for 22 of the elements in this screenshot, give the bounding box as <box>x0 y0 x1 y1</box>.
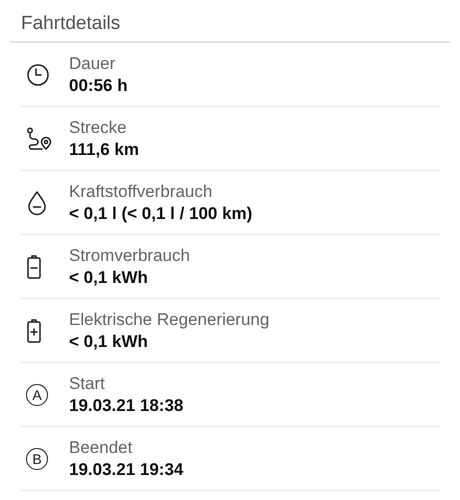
detail-value: < 0,1 l (< 0,1 l / 100 km) <box>69 202 252 224</box>
drop-icon <box>26 190 48 216</box>
detail-label: Dauer <box>69 52 116 74</box>
detail-value: 00:56 h <box>69 74 128 96</box>
detail-value: < 0,1 kWh <box>69 330 148 352</box>
detail-label: Stromverbrauch <box>69 244 190 266</box>
detail-label: Elektrische Regenerierung <box>69 308 270 330</box>
detail-value: 19.03.21 19:34 <box>69 458 184 480</box>
clock-icon <box>26 62 50 86</box>
battery-icon <box>26 254 42 280</box>
detail-label: Start <box>69 372 105 394</box>
detail-label: Kraftstoffverbrauch <box>69 180 212 202</box>
section-title: Fahrtdetails <box>21 13 120 35</box>
detail-label: Strecke <box>69 116 127 138</box>
battery-icon <box>26 318 42 344</box>
detail-value: 19.03.21 18:38 <box>69 394 184 416</box>
detail-value: 111,6 km <box>69 138 139 160</box>
detail-value: < 0,1 kWh <box>69 266 148 288</box>
waypoint-marker: B <box>26 448 48 470</box>
waypoint-marker: A <box>26 384 48 406</box>
detail-label: Beendet <box>69 436 132 458</box>
route-icon <box>26 126 52 150</box>
